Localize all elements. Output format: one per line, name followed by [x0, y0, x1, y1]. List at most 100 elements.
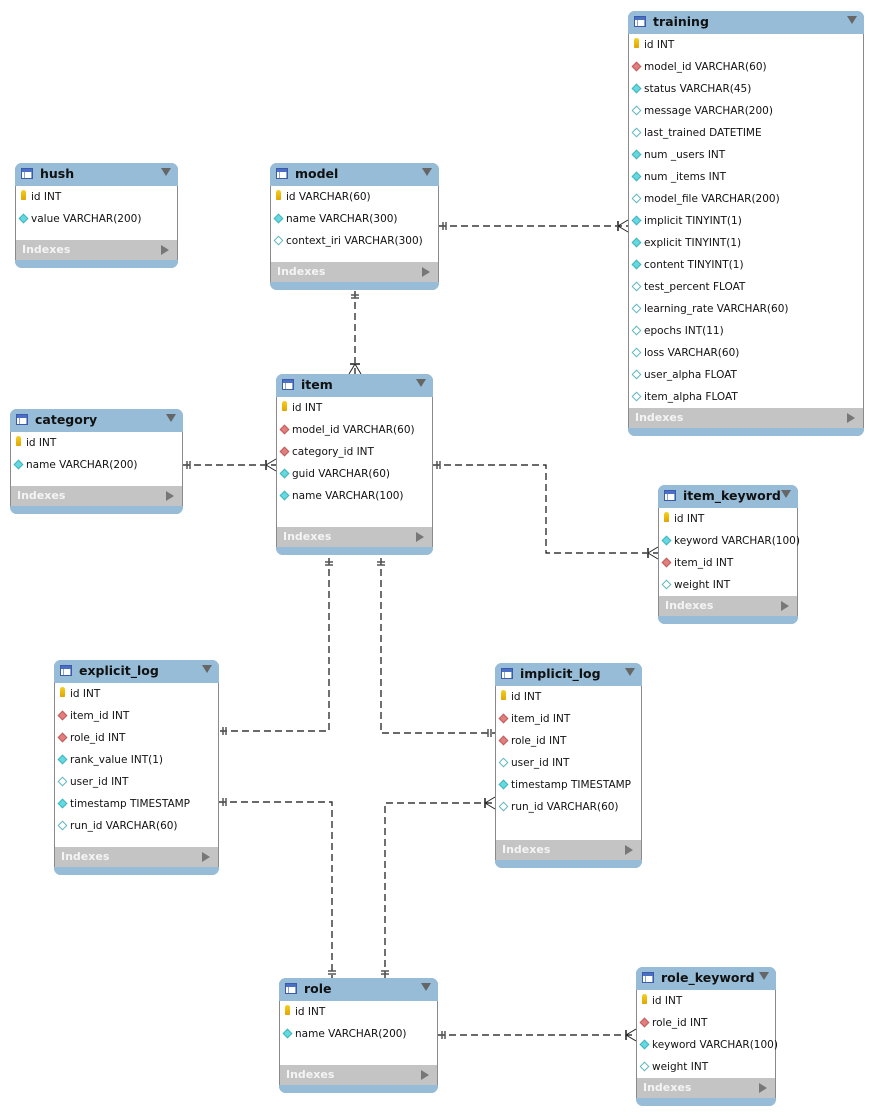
table-header[interactable]: role_keyword [636, 967, 776, 990]
column-row[interactable]: implicit TINYINT(1) [629, 210, 863, 232]
table-header[interactable]: explicit_log [54, 660, 219, 683]
column-row[interactable]: loss VARCHAR(60) [629, 342, 863, 364]
table-header[interactable]: role [279, 978, 438, 1001]
table-role[interactable]: role id INT name VARCHAR(200) Indexes [279, 978, 438, 1093]
table-implicit-log[interactable]: implicit_log id INT item_id INT role_id INT… [495, 663, 642, 868]
table-model[interactable]: model id VARCHAR(60) name VARCHAR(300) cont… [270, 163, 439, 290]
indexes-section[interactable]: Indexes [495, 840, 642, 860]
column-row[interactable]: num _users INT [629, 144, 863, 166]
expand-arrow-icon[interactable] [421, 1070, 429, 1080]
column-row[interactable]: id INT [277, 397, 432, 419]
indexes-section[interactable]: Indexes [279, 1065, 438, 1085]
column-row[interactable]: role_id INT [55, 727, 218, 749]
expand-arrow-icon[interactable] [202, 852, 210, 862]
expand-arrow-icon[interactable] [416, 532, 424, 542]
table-header[interactable]: training [628, 11, 864, 34]
column-row[interactable]: id INT [629, 34, 863, 56]
table-role-keyword[interactable]: role_keyword id INT role_id INT keyword VAR… [636, 967, 778, 1106]
collapse-arrow-icon[interactable] [161, 168, 171, 176]
collapse-arrow-icon[interactable] [421, 983, 431, 991]
expand-arrow-icon[interactable] [781, 601, 789, 611]
column-row[interactable]: run_id VARCHAR(60) [496, 796, 641, 818]
indexes-section[interactable]: Indexes [10, 486, 183, 506]
column-row[interactable]: epochs INT(11) [629, 320, 863, 342]
column-row[interactable]: status VARCHAR(45) [629, 78, 863, 100]
collapse-arrow-icon[interactable] [625, 668, 635, 676]
expand-arrow-icon[interactable] [422, 267, 430, 277]
table-item-keyword[interactable]: item_keyword id INT keyword VARCHAR(100) it… [658, 485, 800, 624]
table-item[interactable]: item id INT model_id VARCHAR(60) category_i… [276, 374, 433, 555]
column-row[interactable]: context_iri VARCHAR(300) [271, 230, 438, 252]
column-row[interactable]: id INT [16, 186, 177, 208]
indexes-section[interactable]: Indexes [658, 596, 798, 616]
column-row[interactable]: message VARCHAR(200) [629, 100, 863, 122]
column-row[interactable]: item_id INT [55, 705, 218, 727]
table-explicit-log[interactable]: explicit_log id INT item_id INT role_id INT… [54, 660, 219, 875]
collapse-arrow-icon[interactable] [781, 490, 791, 498]
column-row[interactable]: num _items INT [629, 166, 863, 188]
column-row[interactable]: weight INT [659, 574, 797, 596]
column-row[interactable]: user_id INT [55, 771, 218, 793]
column-row[interactable]: model_id VARCHAR(60) [629, 56, 863, 78]
column-row[interactable]: run_id VARCHAR(60) [55, 815, 218, 837]
expand-arrow-icon[interactable] [759, 1083, 767, 1093]
column-row[interactable]: model_file VARCHAR(200) [629, 188, 863, 210]
column-row[interactable]: category_id INT [277, 441, 432, 463]
indexes-section[interactable]: Indexes [270, 262, 439, 282]
column-row[interactable]: id INT [496, 686, 641, 708]
collapse-arrow-icon[interactable] [847, 16, 857, 24]
table-header[interactable]: item_keyword [658, 485, 798, 508]
column-row[interactable]: id INT [11, 432, 182, 454]
collapse-arrow-icon[interactable] [416, 379, 426, 387]
column-row[interactable]: timestamp TIMESTAMP [496, 774, 641, 796]
column-row[interactable]: learning_rate VARCHAR(60) [629, 298, 863, 320]
table-category[interactable]: category id INT name VARCHAR(200) Indexes [10, 409, 183, 514]
collapse-arrow-icon[interactable] [759, 972, 769, 980]
column-row[interactable]: user_id INT [496, 752, 641, 774]
table-header[interactable]: item [276, 374, 433, 397]
column-row[interactable]: item_id INT [496, 708, 641, 730]
expand-arrow-icon[interactable] [161, 245, 169, 255]
column-row[interactable]: name VARCHAR(200) [11, 454, 182, 476]
column-row[interactable]: guid VARCHAR(60) [277, 463, 432, 485]
column-row[interactable]: last_trained DATETIME [629, 122, 863, 144]
table-header[interactable]: category [10, 409, 183, 432]
indexes-section[interactable]: Indexes [636, 1078, 776, 1098]
expand-arrow-icon[interactable] [166, 491, 174, 501]
column-row[interactable]: value VARCHAR(200) [16, 208, 177, 230]
column-row[interactable]: item_alpha FLOAT [629, 386, 863, 408]
indexes-section[interactable]: Indexes [628, 408, 864, 428]
column-row[interactable]: role_id INT [637, 1012, 775, 1034]
collapse-arrow-icon[interactable] [202, 665, 212, 673]
column-row[interactable]: item_id INT [659, 552, 797, 574]
column-row[interactable]: model_id VARCHAR(60) [277, 419, 432, 441]
indexes-section[interactable]: Indexes [15, 240, 178, 260]
table-header[interactable]: implicit_log [495, 663, 642, 686]
column-row[interactable]: rank_value INT(1) [55, 749, 218, 771]
expand-arrow-icon[interactable] [625, 845, 633, 855]
collapse-arrow-icon[interactable] [422, 168, 432, 176]
column-row[interactable]: id VARCHAR(60) [271, 186, 438, 208]
collapse-arrow-icon[interactable] [166, 414, 176, 422]
column-row[interactable]: keyword VARCHAR(100) [659, 530, 800, 552]
indexes-section[interactable]: Indexes [54, 847, 219, 867]
column-row[interactable]: weight INT [637, 1056, 775, 1078]
table-hush[interactable]: hush id INT value VARCHAR(200) Indexes [15, 163, 178, 268]
table-header[interactable]: model [270, 163, 439, 186]
column-row[interactable]: test_percent FLOAT [629, 276, 863, 298]
column-row[interactable]: name VARCHAR(100) [277, 485, 432, 507]
indexes-section[interactable]: Indexes [276, 527, 433, 547]
column-row[interactable]: id INT [659, 508, 797, 530]
expand-arrow-icon[interactable] [847, 413, 855, 423]
column-row[interactable]: id INT [280, 1001, 437, 1023]
column-row[interactable]: timestamp TIMESTAMP [55, 793, 218, 815]
column-row[interactable]: user_alpha FLOAT [629, 364, 863, 386]
column-row[interactable]: content TINYINT(1) [629, 254, 863, 276]
table-header[interactable]: hush [15, 163, 178, 186]
column-row[interactable]: explicit TINYINT(1) [629, 232, 863, 254]
column-row[interactable]: role_id INT [496, 730, 641, 752]
column-row[interactable]: id INT [637, 990, 775, 1012]
column-row[interactable]: id INT [55, 683, 218, 705]
column-row[interactable]: keyword VARCHAR(100) [637, 1034, 778, 1056]
column-row[interactable]: name VARCHAR(200) [280, 1023, 437, 1045]
